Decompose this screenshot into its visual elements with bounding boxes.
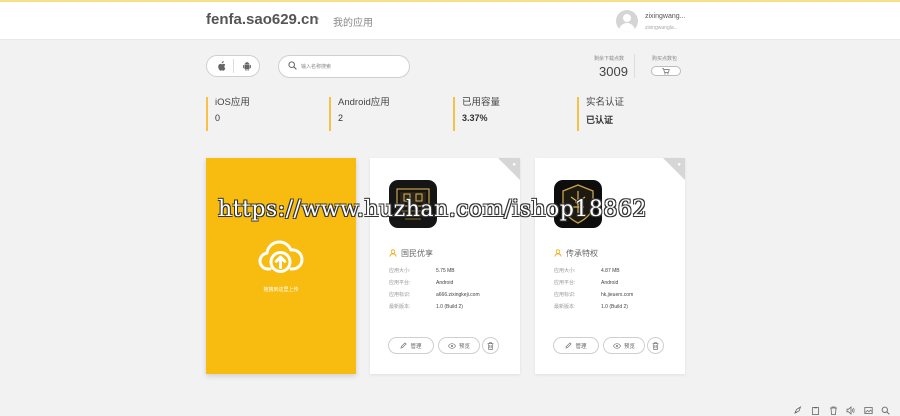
app-bundle-id: a666.zixingkeji.com: [436, 292, 480, 298]
field-label: 应用平台:: [389, 280, 411, 286]
search-input[interactable]: [301, 60, 405, 74]
image-icon[interactable]: [864, 406, 873, 415]
clipboard-icon[interactable]: [811, 406, 820, 415]
search-icon[interactable]: [881, 406, 890, 415]
apple-filter-button[interactable]: [211, 58, 231, 74]
preview-button[interactable]: 预览: [438, 337, 480, 354]
trash-icon: [652, 341, 659, 350]
field-label: 应用标识:: [389, 292, 411, 298]
download-points-count: 3009: [599, 64, 628, 79]
apple-icon: [217, 61, 225, 71]
android-icon: [243, 61, 251, 71]
app-version: 1.0 (Build 2): [601, 304, 628, 310]
app-card[interactable]: ● 国民优享 应用大小: 5.75 MB 应用平台: Android 应用标识:…: [370, 158, 520, 374]
stat-value: 2: [338, 113, 344, 123]
corner-dot-icon: ●: [512, 162, 516, 168]
eye-icon: [612, 342, 621, 349]
watermark: https://www.huzhan.com/ishop18862: [218, 197, 647, 222]
trash-icon[interactable]: [829, 406, 838, 415]
field-label: 应用平台:: [554, 280, 576, 286]
pencil-icon: [566, 342, 573, 349]
app-version: 1.0 (Build 2): [436, 304, 463, 310]
app-platform: Android: [601, 280, 619, 286]
user-icon: [389, 249, 397, 257]
toggle-divider: [233, 59, 234, 73]
breadcrumb[interactable]: 我的应用: [333, 14, 373, 29]
stat-android-apps: Android应用 2: [329, 97, 439, 131]
search-box: [278, 55, 410, 78]
eye-icon: [447, 342, 456, 349]
app-name-row: 传承特权: [554, 247, 598, 259]
user-name[interactable]: zixingwang...: [645, 13, 685, 20]
preview-label: 预览: [458, 343, 470, 350]
manage-button[interactable]: 管理: [553, 337, 599, 354]
toolbar-divider: [634, 54, 635, 78]
app-size: 4.87 MB: [601, 268, 620, 274]
stat-verification: 实名认证 已认证: [577, 97, 687, 131]
card-corner-badge: [498, 158, 520, 180]
buy-points-button[interactable]: [651, 66, 681, 76]
rocket-icon[interactable]: [793, 406, 802, 415]
stat-label: iOS应用: [215, 97, 250, 108]
field-label: 应用标识:: [554, 292, 576, 298]
avatar[interactable]: [616, 10, 638, 32]
buy-points-label: 购买点数包: [652, 56, 678, 62]
brand-link[interactable]: fenfa.sao629.cn: [206, 11, 319, 28]
preview-label: 预览: [623, 343, 635, 350]
user-icon: [554, 249, 562, 257]
manage-label: 管理: [410, 343, 422, 350]
delete-button[interactable]: [647, 337, 664, 354]
field-label: 最新版本:: [554, 304, 576, 310]
breadcrumb-separator: ›: [316, 13, 320, 25]
app-bundle-id: hk.jieuerx.com: [601, 292, 634, 298]
cart-icon: [662, 67, 670, 74]
trash-icon: [487, 341, 494, 350]
app-size: 5.75 MB: [436, 268, 455, 274]
android-filter-button[interactable]: [237, 58, 257, 74]
stat-value: 3.37%: [462, 113, 488, 123]
pencil-icon: [401, 342, 408, 349]
app-platform: Android: [436, 280, 454, 286]
upload-dropzone[interactable]: 拖拽到这里上传: [206, 158, 356, 374]
header: fenfa.sao629.cn › 我的应用 zixingwang... zix…: [0, 2, 900, 40]
platform-toggle: [206, 55, 260, 77]
stat-label: 已用容量: [462, 97, 501, 108]
corner-dot-icon: ●: [677, 162, 681, 168]
avatar-head: [623, 14, 631, 22]
field-label: 应用大小:: [389, 268, 411, 274]
stat-storage-used: 已用容量 3.37%: [453, 97, 563, 131]
stat-label: Android应用: [338, 97, 390, 108]
volume-icon[interactable]: [846, 406, 855, 415]
avatar-body: [619, 23, 635, 32]
app-name[interactable]: 国民优享: [401, 248, 433, 259]
card-corner-badge: [663, 158, 685, 180]
stat-value: 0: [215, 113, 221, 123]
stat-ios-apps: iOS应用 0: [206, 97, 316, 131]
app-name-row: 国民优享: [389, 247, 433, 259]
download-points-label: 剩余下载点数: [594, 56, 625, 62]
cloud-upload-icon: [258, 240, 304, 273]
stat-label: 实名认证: [586, 97, 625, 108]
manage-button[interactable]: 管理: [388, 337, 434, 354]
user-email: zixingwangla...: [645, 25, 678, 31]
delete-button[interactable]: [482, 337, 499, 354]
app-name[interactable]: 传承特权: [566, 248, 598, 259]
field-label: 最新版本:: [389, 304, 411, 310]
search-icon: [288, 61, 297, 70]
preview-button[interactable]: 预览: [603, 337, 645, 354]
manage-label: 管理: [575, 343, 587, 350]
upload-hint: 拖拽到这里上传: [263, 287, 299, 293]
stat-value: 已认证: [586, 115, 614, 125]
field-label: 应用大小:: [554, 268, 576, 274]
app-card[interactable]: ● 传承特权 应用大小: 4.87 MB 应用平台: Android 应用标识:…: [535, 158, 685, 374]
